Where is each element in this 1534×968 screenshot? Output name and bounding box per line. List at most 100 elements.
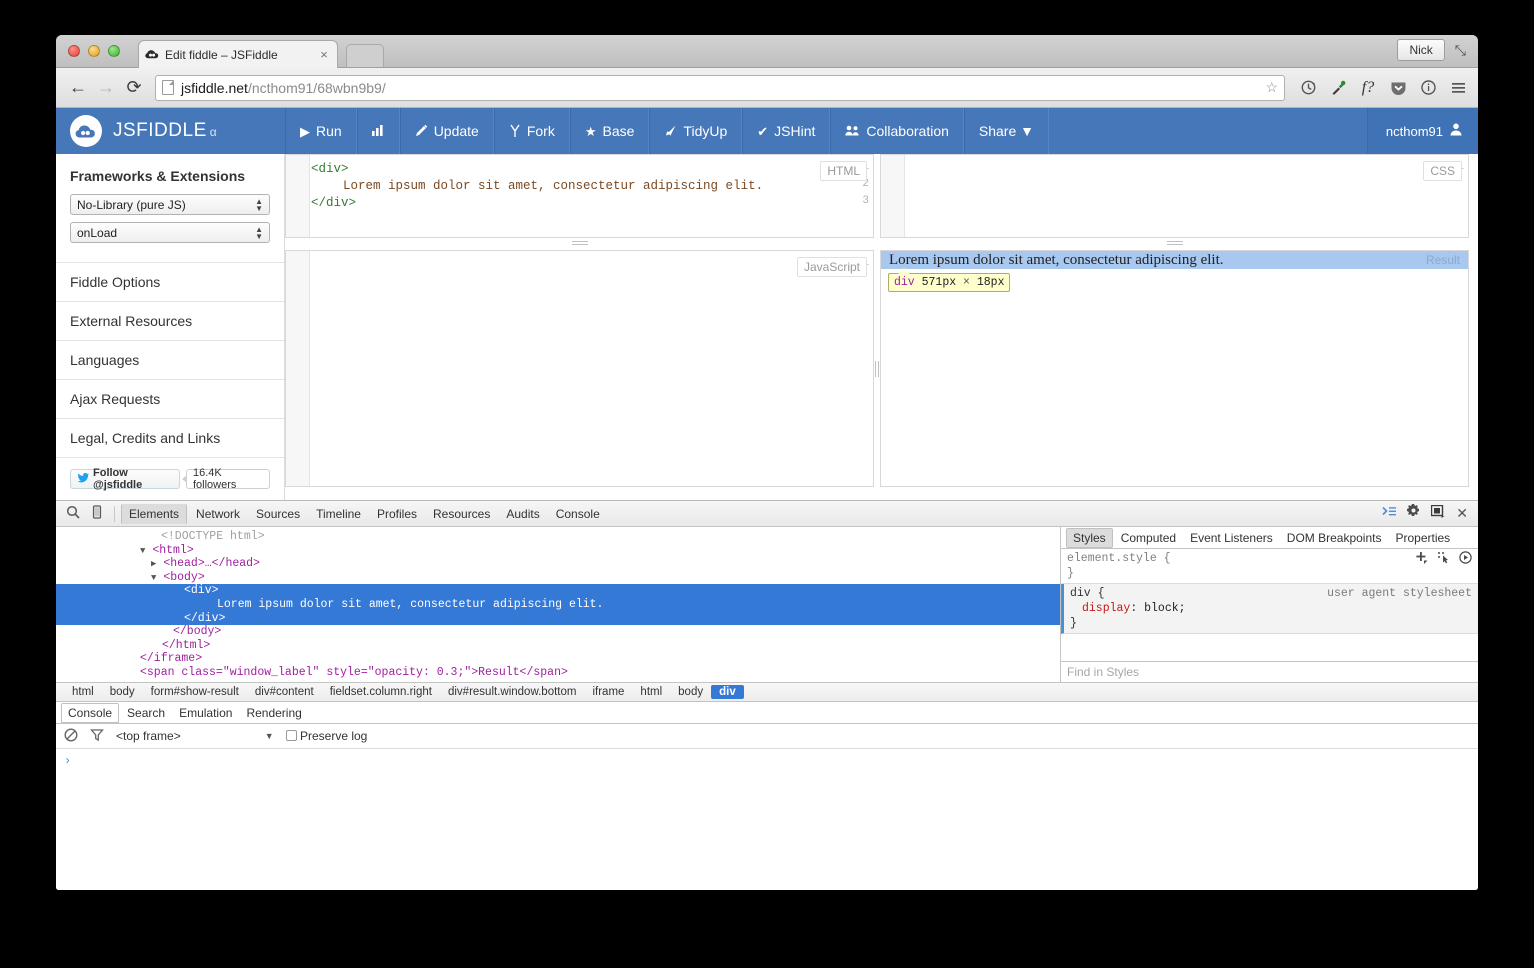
fullscreen-icon[interactable]: ⤡ [1455, 42, 1470, 59]
eyedropper-icon[interactable] [1326, 75, 1350, 101]
menu-jshint[interactable]: ✔ JSHint [742, 108, 831, 154]
styles-tab-event-listeners[interactable]: Event Listeners [1184, 529, 1279, 547]
css-pane-resizer[interactable] [1167, 241, 1183, 247]
dom-row[interactable]: ▼ <html> [56, 544, 1060, 558]
drawer-tab-search[interactable]: Search [121, 704, 171, 722]
breadcrumb-item[interactable]: fieldset.column.right [322, 685, 440, 699]
execution-context-selector[interactable]: <top frame> ▼ [116, 729, 274, 743]
preserve-log-toggle[interactable]: Preserve log [285, 729, 367, 743]
dom-row[interactable]: ▶ <head>…</head> [56, 557, 1060, 571]
breadcrumb-item[interactable]: html [64, 685, 102, 699]
menu-tidyup[interactable]: TidyUp [649, 108, 743, 154]
result-pane[interactable]: Lorem ipsum dolor sit amet, consectetur … [880, 250, 1469, 487]
styles-tab-styles[interactable]: Styles [1066, 527, 1113, 548]
element-state-icon[interactable] [1437, 551, 1450, 569]
back-button[interactable]: ← [64, 74, 92, 102]
filter-funnel-icon[interactable] [90, 728, 104, 745]
info-icon[interactable] [1416, 75, 1440, 101]
devtools-tab-resources[interactable]: Resources [426, 504, 497, 524]
menu-collaboration[interactable]: Collaboration [830, 108, 964, 154]
javascript-editor-pane[interactable]: 1 JavaScript [285, 250, 874, 487]
breadcrumb-item[interactable]: div#content [247, 685, 322, 699]
html-pane-resizer[interactable] [572, 241, 588, 247]
dom-row[interactable]: <!DOCTYPE html> [56, 530, 1060, 544]
dom-row-selected[interactable]: <div> [56, 584, 1060, 598]
toggle-element-state-icon[interactable] [1459, 551, 1472, 569]
sidebar-item-ajax-requests[interactable]: Ajax Requests [56, 379, 284, 418]
settings-gear-icon[interactable] [1407, 504, 1421, 523]
html-editor-pane[interactable]: 1 2 3 <div> Lorem ipsum dolor sit amet, … [285, 154, 874, 238]
breadcrumb-item[interactable]: form#show-result [143, 685, 247, 699]
styles-tab-computed[interactable]: Computed [1115, 529, 1182, 547]
element-style-block[interactable]: element.style { } [1061, 549, 1478, 584]
devtools-tab-sources[interactable]: Sources [249, 504, 307, 524]
find-in-styles-input[interactable]: Find in Styles [1061, 661, 1478, 682]
dom-tree[interactable]: <!DOCTYPE html> ▼ <html> ▶ <head>…</head… [56, 527, 1061, 682]
devtools-tab-elements[interactable]: Elements [121, 503, 188, 524]
browser-tab[interactable]: Edit fiddle – JSFiddle × [138, 40, 338, 68]
library-select[interactable]: No-Library (pure JS) ▲ ▼ [70, 194, 270, 215]
dom-row[interactable]: <span class="window_label" style="opacit… [56, 666, 1060, 680]
dom-row[interactable]: </body> [56, 625, 1060, 639]
device-mode-icon[interactable] [86, 505, 108, 522]
dom-row[interactable]: </iframe> [56, 652, 1060, 666]
minimize-window-button[interactable] [88, 45, 100, 57]
sidebar-item-fiddle-options[interactable]: Fiddle Options [56, 262, 284, 301]
history-reload-icon[interactable] [1296, 75, 1320, 101]
address-bar[interactable]: jsfiddle.net/ncthom91/68wbn9b9/ ☆ [155, 74, 1285, 101]
menu-run[interactable]: ▶ Run [285, 108, 357, 154]
css-editor-pane[interactable]: 1 CSS [880, 154, 1469, 238]
clear-console-icon[interactable] [64, 727, 78, 745]
devtools-tab-timeline[interactable]: Timeline [309, 504, 368, 524]
devtools-tab-console[interactable]: Console [549, 504, 607, 524]
expand-triangle-icon[interactable]: ▼ [151, 573, 156, 583]
dock-side-icon[interactable] [1431, 504, 1446, 523]
drawer-tab-rendering[interactable]: Rendering [240, 704, 307, 722]
styles-tab-dom-breakpoints[interactable]: DOM Breakpoints [1281, 529, 1388, 547]
sidebar-item-external-resources[interactable]: External Resources [56, 301, 284, 340]
pocket-icon[interactable] [1386, 75, 1410, 101]
expand-triangle-icon[interactable]: ▶ [151, 559, 156, 569]
twitter-follower-count[interactable]: 16.4K followers [181, 467, 270, 491]
menu-base[interactable]: ★ Base [569, 108, 650, 154]
profile-button[interactable]: Nick [1397, 39, 1445, 61]
tab-close-icon[interactable]: × [317, 48, 331, 61]
maximize-window-button[interactable] [108, 45, 120, 57]
expand-triangle-icon[interactable]: ▼ [140, 546, 145, 556]
sidebar-item-legal-credits[interactable]: Legal, Credits and Links [56, 418, 284, 457]
function-icon[interactable]: f? [1356, 75, 1380, 101]
close-icon[interactable]: ✕ [1456, 505, 1468, 522]
devtools-tab-audits[interactable]: Audits [499, 504, 546, 524]
console-drawer-icon[interactable] [1382, 506, 1397, 521]
menu-icon[interactable] [1446, 75, 1470, 101]
console-input-prompt[interactable]: › [56, 749, 1478, 773]
dom-row[interactable]: </html> [56, 639, 1060, 653]
devtools-tab-profiles[interactable]: Profiles [370, 504, 424, 524]
breadcrumb-item[interactable]: iframe [584, 685, 632, 699]
breadcrumb-item-selected[interactable]: div [711, 685, 744, 699]
user-menu[interactable]: ncthom91 [1366, 108, 1478, 154]
inspect-element-icon[interactable] [62, 505, 84, 522]
jsfiddle-logo[interactable]: JSFIDDLE α [56, 108, 285, 154]
bookmark-star-icon[interactable]: ☆ [1265, 79, 1278, 96]
forward-button[interactable]: → [92, 74, 120, 102]
style-rule-block[interactable]: div { display: block; } user agent style… [1061, 584, 1478, 634]
menu-update[interactable]: Update [399, 108, 494, 154]
styles-tab-properties[interactable]: Properties [1389, 529, 1456, 547]
rule-declaration[interactable]: display: block; [1070, 601, 1472, 616]
devtools-tab-network[interactable]: Network [189, 504, 247, 524]
html-code[interactable]: <div> Lorem ipsum dolor sit amet, consec… [311, 161, 869, 212]
breadcrumb-item[interactable]: body [670, 685, 711, 699]
sidebar-item-languages[interactable]: Languages [56, 340, 284, 379]
breadcrumb-item[interactable]: body [102, 685, 143, 699]
dom-row-selected[interactable]: Lorem ipsum dolor sit amet, consectetur … [56, 597, 1060, 612]
dom-row[interactable]: ▼ <body> [56, 571, 1060, 585]
twitter-follow-button[interactable]: Follow @jsfiddle [70, 467, 180, 491]
menu-fork[interactable]: Fork [493, 108, 570, 154]
dom-row-selected[interactable]: </div> [56, 611, 1060, 626]
drawer-tab-emulation[interactable]: Emulation [173, 704, 238, 722]
drawer-tab-console[interactable]: Console [61, 702, 120, 723]
breadcrumb-item[interactable]: div#result.window.bottom [440, 685, 584, 699]
menu-stats[interactable] [356, 108, 400, 154]
new-style-rule-icon[interactable] [1415, 551, 1428, 569]
